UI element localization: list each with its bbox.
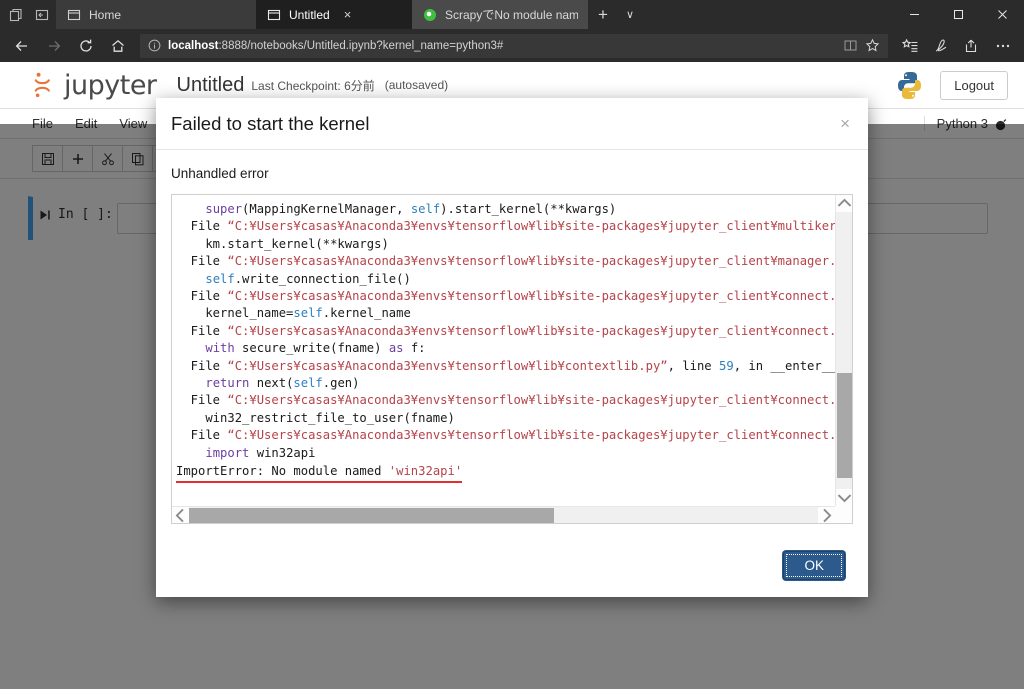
settings-more-icon[interactable] <box>987 29 1018 62</box>
import-error-line: ImportError: No module named 'win32api' <box>176 463 463 483</box>
traceback-line: kernel_name=self.kernel_name <box>176 306 411 321</box>
close-icon[interactable]: × <box>344 8 352 21</box>
scroll-right-icon[interactable] <box>818 507 835 524</box>
traceback-line: self.write_connection_file() <box>205 271 411 286</box>
horizontal-scroll-track[interactable] <box>189 506 818 523</box>
python-logo-icon <box>896 71 923 100</box>
dialog-body: Unhandled error super(MappingKernelManag… <box>156 150 868 533</box>
chevron-down-icon[interactable]: ∨ <box>618 0 642 29</box>
horizontal-scroll-thumb[interactable] <box>189 507 554 523</box>
titlebar-left-icons <box>0 0 56 29</box>
traceback-line: import win32api <box>205 445 316 460</box>
scroll-down-icon[interactable] <box>836 489 853 506</box>
url-text: localhost:8888/notebooks/Untitled.ipynb?… <box>168 40 836 52</box>
url-host: localhost <box>168 39 219 52</box>
vertical-scroll-thumb[interactable] <box>836 372 852 478</box>
ok-button[interactable]: OK <box>783 550 845 580</box>
site-info-icon[interactable] <box>148 39 161 52</box>
traceback-line: File “C:¥Users¥casas¥Anaconda3¥envs¥tens… <box>176 219 835 234</box>
traceback-content: super(MappingKernelManager, self).start_… <box>172 201 835 483</box>
traceback-line: File “C:¥Users¥casas¥Anaconda3¥envs¥tens… <box>176 358 835 373</box>
window-controls <box>892 0 1024 29</box>
traceback-line: win32_restrict_file_to_user(fname) <box>176 410 455 425</box>
dialog-subtitle: Unhandled error <box>171 166 269 181</box>
set-tabs-aside-icon[interactable] <box>34 7 50 23</box>
traceback-line: File “C:¥Users¥casas¥Anaconda3¥envs¥tens… <box>176 393 835 408</box>
traceback-line: File “C:¥Users¥casas¥Anaconda3¥envs¥tens… <box>176 289 835 304</box>
browser-titlebar: Home Untitled × ScrapyでNo module named +… <box>0 0 1024 29</box>
traceback-error-wrap: ImportError: No module named 'win32api' <box>176 462 835 483</box>
dialog-title: Failed to start the kernel <box>171 112 370 134</box>
green-circle-icon <box>423 8 437 22</box>
navbar-right-icons <box>894 29 1018 62</box>
star-icon[interactable] <box>865 38 880 53</box>
back-arrow-icon[interactable] <box>6 29 38 62</box>
last-checkpoint-label: Last Checkpoint: 6分前 <box>251 78 375 93</box>
dialog-header: Failed to start the kernel × <box>156 98 868 150</box>
address-bar[interactable]: localhost:8888/notebooks/Untitled.ipynb?… <box>140 33 888 58</box>
traceback-line: File “C:¥Users¥casas¥Anaconda3¥envs¥tens… <box>176 323 835 338</box>
traceback-line: km.start_kernel(**kwargs) <box>176 236 389 251</box>
window-icon <box>267 8 281 22</box>
close-button[interactable] <box>980 0 1024 29</box>
url-path: :8888/notebooks/Untitled.ipynb?kernel_na… <box>218 39 504 52</box>
scrollbar-corner <box>835 506 852 523</box>
favorites-hub-icon[interactable] <box>894 29 925 62</box>
reading-view-icon[interactable] <box>843 38 858 53</box>
traceback-line: File “C:¥Users¥casas¥Anaconda3¥envs¥tens… <box>176 254 835 269</box>
kernel-error-dialog: Failed to start the kernel × Unhandled e… <box>156 98 868 597</box>
traceback-line: File “C:¥Users¥casas¥Anaconda3¥envs¥tens… <box>176 428 835 443</box>
browser-navbar: localhost:8888/notebooks/Untitled.ipynb?… <box>0 29 1024 62</box>
browser-tab-untitled[interactable]: Untitled × <box>256 0 412 29</box>
tab-title: Home <box>89 7 122 22</box>
tab-title: ScrapyでNo module named <box>445 8 578 22</box>
maximize-button[interactable] <box>936 0 980 29</box>
scroll-up-icon[interactable] <box>836 195 853 212</box>
jupyter-mark-icon <box>34 72 50 98</box>
titlebar-spacer <box>642 0 892 29</box>
logout-button[interactable]: Logout <box>940 70 1008 100</box>
traceback-line: super(MappingKernelManager, self).start_… <box>205 202 617 216</box>
traceback-panel: super(MappingKernelManager, self).start_… <box>171 194 853 524</box>
notebook-name[interactable]: Untitled <box>177 74 245 97</box>
web-notes-icon[interactable] <box>925 29 956 62</box>
share-icon[interactable] <box>956 29 987 62</box>
forward-arrow-icon[interactable] <box>38 29 70 62</box>
tab-title: Untitled <box>289 7 330 22</box>
scroll-left-icon[interactable] <box>172 507 189 524</box>
minimize-button[interactable] <box>892 0 936 29</box>
refresh-icon[interactable] <box>70 29 102 62</box>
horizontal-scrollbar[interactable] <box>172 506 835 523</box>
autosaved-label: (autosaved) <box>384 78 449 92</box>
jupyter-logo[interactable]: jupyter <box>32 70 157 101</box>
vertical-scrollbar[interactable] <box>835 195 852 506</box>
traceback-line: with secure_write(fname) as f: <box>205 341 426 356</box>
vertical-scroll-track[interactable] <box>835 212 852 489</box>
jupyter-logo-text: jupyter <box>64 69 157 101</box>
tab-preview-icon[interactable] <box>8 7 24 23</box>
traceback-scroll-viewport: super(MappingKernelManager, self).start_… <box>172 195 835 506</box>
browser-tab-scrapy[interactable]: ScrapyでNo module named <box>412 0 588 29</box>
close-icon[interactable]: × <box>840 115 850 132</box>
browser-window: Home Untitled × ScrapyでNo module named +… <box>0 0 1024 689</box>
home-icon[interactable] <box>102 29 134 62</box>
dialog-footer: OK <box>156 533 868 597</box>
new-tab-button[interactable]: + <box>588 0 618 29</box>
browser-tab-home[interactable]: Home <box>56 0 256 29</box>
window-icon <box>67 8 81 22</box>
traceback-line: return next(self.gen) <box>205 376 360 391</box>
